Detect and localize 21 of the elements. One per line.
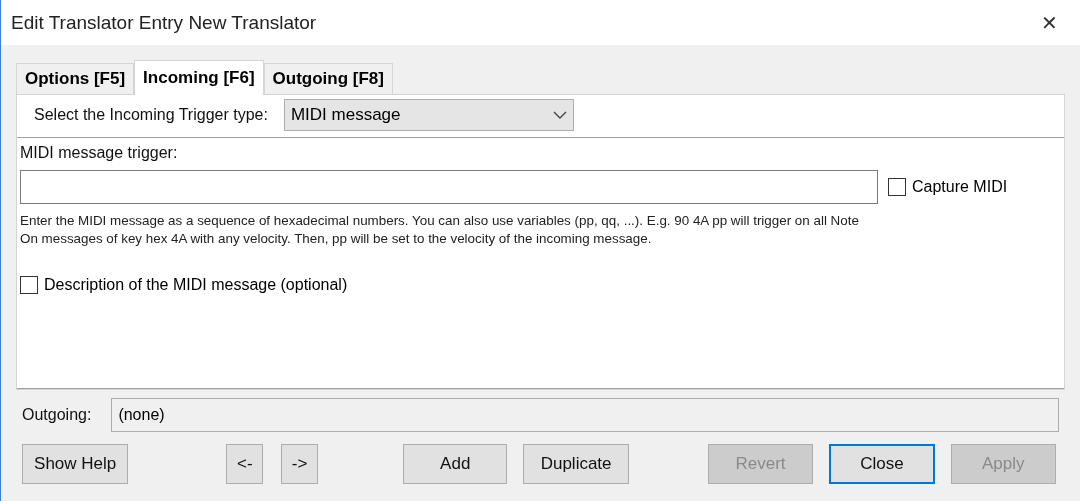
dialog-button[interactable]: Show Help — [22, 444, 129, 484]
tab[interactable]: Options [F5] — [16, 63, 135, 94]
dialog-button[interactable]: <- — [226, 444, 264, 484]
close-button[interactable]: ✕ — [1033, 10, 1066, 35]
tab[interactable]: Incoming [F6] — [134, 60, 264, 95]
description-checkbox[interactable]: Description of the MIDI message (optional) — [20, 276, 1064, 294]
trigger-label: MIDI message trigger: — [20, 144, 179, 162]
trigger-input-field[interactable] — [20, 170, 878, 204]
help-text: Enter the MIDI message as a sequence of hexadecimal numbers. You can also use variables (pp, qq, ...). E.g. 90 4A pp will trigger on all Note On messages of key hex 4A with any velocity. Then, pp will be set to the velocity of the incoming message. — [20, 212, 860, 248]
dialog-button[interactable]: Close — [829, 444, 935, 484]
chevron-down-icon — [552, 111, 567, 119]
dialog-button[interactable]: -> — [281, 444, 319, 484]
outgoing-field: (none) — [111, 398, 1059, 432]
dialog-button[interactable]: Add — [403, 444, 508, 484]
capture-midi-checkbox[interactable]: Capture MIDI — [888, 178, 1008, 196]
trigger-type-dropdown[interactable]: MIDI message — [283, 99, 574, 131]
window-title: Edit Translator Entry New Translator — [11, 11, 317, 34]
trigger-type-label: Select the Incoming Trigger type: — [34, 106, 268, 124]
outgoing-label: Outgoing: — [22, 406, 92, 424]
dialog-button[interactable]: Duplicate — [523, 444, 629, 484]
tab[interactable]: Outgoing [F8] — [263, 63, 393, 94]
